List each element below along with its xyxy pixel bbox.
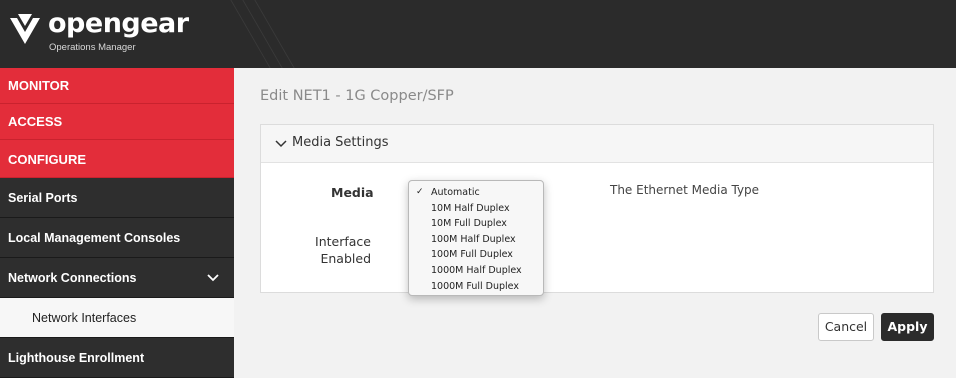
media-option-1000m-half[interactable]: 1000M Half Duplex xyxy=(409,263,543,279)
header-decoration xyxy=(254,0,295,68)
opengear-logo-icon xyxy=(10,14,40,44)
sidebar-item-serial-ports[interactable]: Serial Ports xyxy=(0,178,234,218)
sidebar-item-monitor[interactable]: MONITOR xyxy=(0,68,234,104)
option-label: Automatic xyxy=(431,187,480,198)
sidebar-item-label: Network Interfaces xyxy=(32,311,137,325)
sidebar-item-label: Lighthouse Enrollment xyxy=(8,351,145,365)
media-settings-header[interactable]: Media Settings xyxy=(261,125,933,163)
option-label: 10M Full Duplex xyxy=(431,218,507,230)
brand-logo[interactable]: opengear Operations Manager xyxy=(8,8,189,60)
option-label: 1000M Full Duplex xyxy=(431,280,519,292)
sidebar-item-label: ACCESS xyxy=(8,114,63,129)
checkmark-icon: ✓ xyxy=(416,187,424,197)
media-select-dropdown[interactable]: ✓ Automatic 10M Half Duplex 10M Full Dup… xyxy=(408,180,544,296)
chevron-down-icon xyxy=(275,140,287,148)
sidebar-item-network-connections[interactable]: Network Connections xyxy=(0,258,234,298)
media-option-100m-full[interactable]: 100M Full Duplex xyxy=(409,247,543,263)
section-title: Media Settings xyxy=(292,135,389,150)
media-settings-panel: Media Settings Media Interface Enabled T… xyxy=(260,124,934,293)
media-option-10m-half[interactable]: 10M Half Duplex xyxy=(409,201,543,217)
media-label: Media xyxy=(331,185,374,200)
media-option-100m-half[interactable]: 100M Half Duplex xyxy=(409,232,543,248)
page-title: Edit NET1 - 1G Copper/SFP xyxy=(260,88,454,104)
option-label: 100M Half Duplex xyxy=(431,233,516,245)
option-label: 1000M Half Duplex xyxy=(431,264,522,276)
sidebar-item-label: CONFIGURE xyxy=(8,152,86,167)
sidebar-item-label: Local Management Consoles xyxy=(8,231,181,245)
apply-button[interactable]: Apply xyxy=(881,313,934,341)
header-decoration xyxy=(230,0,271,68)
header-decoration xyxy=(242,0,283,68)
media-option-automatic[interactable]: ✓ Automatic xyxy=(409,185,543,201)
sidebar-item-label: Serial Ports xyxy=(8,191,78,205)
media-option-1000m-full[interactable]: 1000M Full Duplex xyxy=(409,279,543,295)
interface-enabled-label: Interface Enabled xyxy=(315,234,371,266)
sidebar-item-network-interfaces[interactable]: Network Interfaces xyxy=(0,298,234,338)
option-label: 10M Half Duplex xyxy=(431,202,510,214)
media-help-text: The Ethernet Media Type xyxy=(610,183,760,197)
sidebar-item-access[interactable]: ACCESS xyxy=(0,104,234,140)
brand-name: opengear xyxy=(48,8,189,39)
media-option-10m-full[interactable]: 10M Full Duplex xyxy=(409,216,543,232)
top-header: opengear Operations Manager xyxy=(0,0,956,68)
sidebar: MONITOR ACCESS CONFIGURE Serial Ports Lo… xyxy=(0,68,234,378)
sidebar-item-lighthouse-enrollment[interactable]: Lighthouse Enrollment xyxy=(0,338,234,378)
sidebar-item-label: Network Connections xyxy=(8,271,137,285)
sidebar-item-configure[interactable]: CONFIGURE xyxy=(0,140,234,178)
chevron-down-icon[interactable] xyxy=(206,258,220,298)
sidebar-item-label: MONITOR xyxy=(8,78,70,93)
brand-subtitle: Operations Manager xyxy=(49,42,136,53)
cancel-button[interactable]: Cancel xyxy=(818,313,874,341)
sidebar-item-local-management-consoles[interactable]: Local Management Consoles xyxy=(0,218,234,258)
option-label: 100M Full Duplex xyxy=(431,249,513,261)
